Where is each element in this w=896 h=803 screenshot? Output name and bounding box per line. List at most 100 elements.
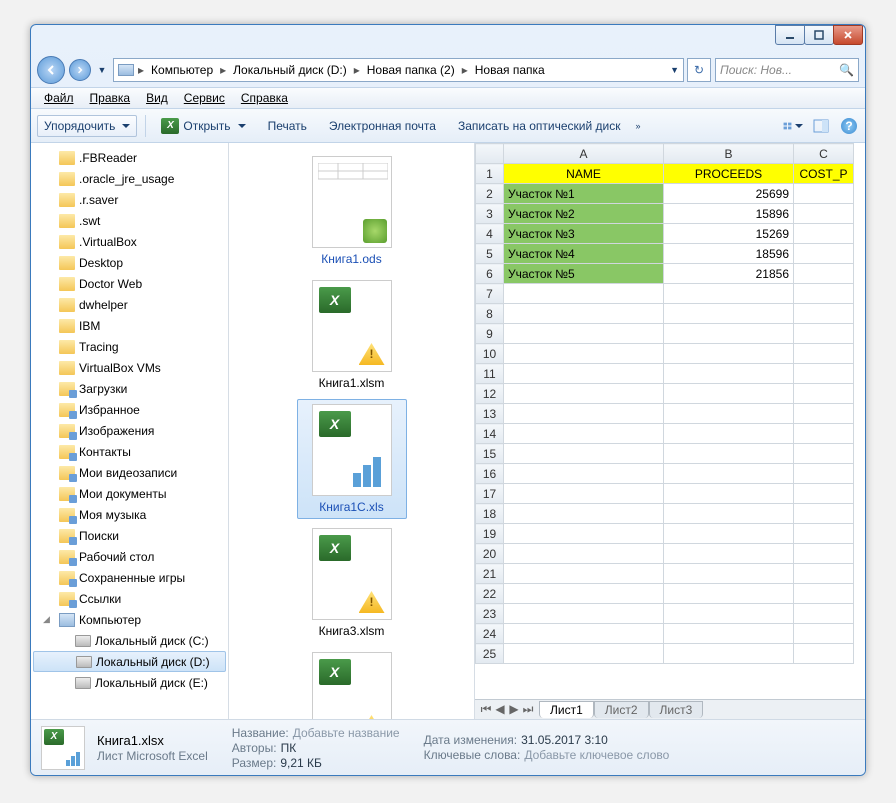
- cell[interactable]: [794, 584, 854, 604]
- tree-item[interactable]: Мои видеозаписи: [31, 462, 228, 483]
- cell[interactable]: 15269: [664, 224, 794, 244]
- tree-item[interactable]: Моя музыка: [31, 504, 228, 525]
- tree-item[interactable]: Изображения: [31, 420, 228, 441]
- cell[interactable]: [794, 504, 854, 524]
- cell[interactable]: 18596: [664, 244, 794, 264]
- row-header[interactable]: 15: [476, 444, 504, 464]
- breadcrumb-seg[interactable]: Новая папка: [472, 62, 548, 78]
- cell[interactable]: [664, 324, 794, 344]
- tree-item[interactable]: Ссылки: [31, 588, 228, 609]
- cell[interactable]: Участок №3: [504, 224, 664, 244]
- cell[interactable]: Участок №5: [504, 264, 664, 284]
- tree-item[interactable]: Локальный диск (C:): [31, 630, 228, 651]
- row-header[interactable]: 22: [476, 584, 504, 604]
- cell[interactable]: [504, 344, 664, 364]
- menu-file[interactable]: Файл: [37, 89, 81, 107]
- cell[interactable]: NAME: [504, 164, 664, 184]
- tree-item[interactable]: .VirtualBox: [31, 231, 228, 252]
- cell[interactable]: [664, 384, 794, 404]
- cell[interactable]: 15896: [664, 204, 794, 224]
- file-item[interactable]: Книга1.ods: [297, 151, 407, 271]
- cell[interactable]: [794, 184, 854, 204]
- cell[interactable]: [794, 564, 854, 584]
- sheet-nav-prev[interactable]: ◀: [493, 702, 507, 717]
- cell[interactable]: [794, 444, 854, 464]
- tree-item[interactable]: Сохраненные игры: [31, 567, 228, 588]
- cell[interactable]: [504, 584, 664, 604]
- cell[interactable]: [664, 504, 794, 524]
- breadcrumb-seg[interactable]: Локальный диск (D:): [230, 62, 350, 78]
- row-header[interactable]: 6: [476, 264, 504, 284]
- cell[interactable]: Участок №1: [504, 184, 664, 204]
- cell[interactable]: [664, 564, 794, 584]
- address-bar[interactable]: ▸ Компьютер▸ Локальный диск (D:)▸ Новая …: [113, 58, 684, 82]
- tree-item[interactable]: ◢Компьютер: [31, 609, 228, 630]
- address-dropdown[interactable]: ▼: [670, 65, 679, 75]
- cell[interactable]: [794, 284, 854, 304]
- tree-item[interactable]: Desktop: [31, 252, 228, 273]
- cell[interactable]: [664, 304, 794, 324]
- cell[interactable]: [664, 364, 794, 384]
- breadcrumb-seg[interactable]: Новая папка (2): [364, 62, 458, 78]
- breadcrumb-seg[interactable]: Компьютер: [148, 62, 216, 78]
- cell[interactable]: [794, 424, 854, 444]
- cell[interactable]: [664, 484, 794, 504]
- cell[interactable]: [504, 564, 664, 584]
- row-header[interactable]: 20: [476, 544, 504, 564]
- cell[interactable]: [504, 624, 664, 644]
- cell[interactable]: Участок №2: [504, 204, 664, 224]
- row-header[interactable]: 19: [476, 524, 504, 544]
- refresh-button[interactable]: ↻: [687, 58, 711, 82]
- row-header[interactable]: 12: [476, 384, 504, 404]
- cell[interactable]: [504, 284, 664, 304]
- cell[interactable]: COST_P: [794, 164, 854, 184]
- tree-item[interactable]: Контакты: [31, 441, 228, 462]
- cell[interactable]: [504, 484, 664, 504]
- sheet-tab[interactable]: Лист1: [539, 701, 594, 718]
- tree-item[interactable]: Поиски: [31, 525, 228, 546]
- cell[interactable]: [794, 344, 854, 364]
- row-header[interactable]: 5: [476, 244, 504, 264]
- view-mode-button[interactable]: [783, 117, 803, 135]
- organize-button[interactable]: Упорядочить: [37, 115, 137, 137]
- minimize-button[interactable]: [775, 25, 805, 45]
- row-header[interactable]: 13: [476, 404, 504, 424]
- row-header[interactable]: 24: [476, 624, 504, 644]
- sheet-nav-first[interactable]: ⏮: [479, 702, 493, 717]
- tree-item[interactable]: IBM: [31, 315, 228, 336]
- tree-item[interactable]: .FBReader: [31, 147, 228, 168]
- tree-item[interactable]: dwhelper: [31, 294, 228, 315]
- cell[interactable]: [504, 444, 664, 464]
- cell[interactable]: [794, 384, 854, 404]
- cell[interactable]: [664, 604, 794, 624]
- cell[interactable]: [794, 464, 854, 484]
- cell[interactable]: [504, 324, 664, 344]
- expand-icon[interactable]: ◢: [43, 614, 50, 625]
- cell[interactable]: [504, 604, 664, 624]
- cell[interactable]: 25699: [664, 184, 794, 204]
- tree-item[interactable]: Локальный диск (D:): [33, 651, 226, 672]
- cell[interactable]: [664, 544, 794, 564]
- sheet-tab[interactable]: Лист2: [594, 701, 649, 718]
- cell[interactable]: [794, 484, 854, 504]
- print-button[interactable]: Печать: [261, 115, 314, 137]
- cell[interactable]: [664, 404, 794, 424]
- folder-tree[interactable]: .FBReader.oracle_jre_usage.r.saver.swt.V…: [31, 143, 229, 719]
- cell[interactable]: [794, 624, 854, 644]
- file-item[interactable]: XКнига1C.xls: [297, 399, 407, 519]
- row-header[interactable]: 11: [476, 364, 504, 384]
- row-header[interactable]: 8: [476, 304, 504, 324]
- cell[interactable]: [504, 364, 664, 384]
- menu-view[interactable]: Вид: [139, 89, 175, 107]
- forward-button[interactable]: [69, 59, 91, 81]
- preview-pane-button[interactable]: [811, 117, 831, 135]
- details-keywords-field[interactable]: Добавьте ключевое слово: [524, 748, 669, 762]
- cell[interactable]: 21856: [664, 264, 794, 284]
- row-header[interactable]: 2: [476, 184, 504, 204]
- cell[interactable]: [794, 524, 854, 544]
- cell[interactable]: [504, 304, 664, 324]
- cell[interactable]: [664, 284, 794, 304]
- cell[interactable]: [794, 604, 854, 624]
- cell[interactable]: PROCEEDS: [664, 164, 794, 184]
- cell[interactable]: [664, 424, 794, 444]
